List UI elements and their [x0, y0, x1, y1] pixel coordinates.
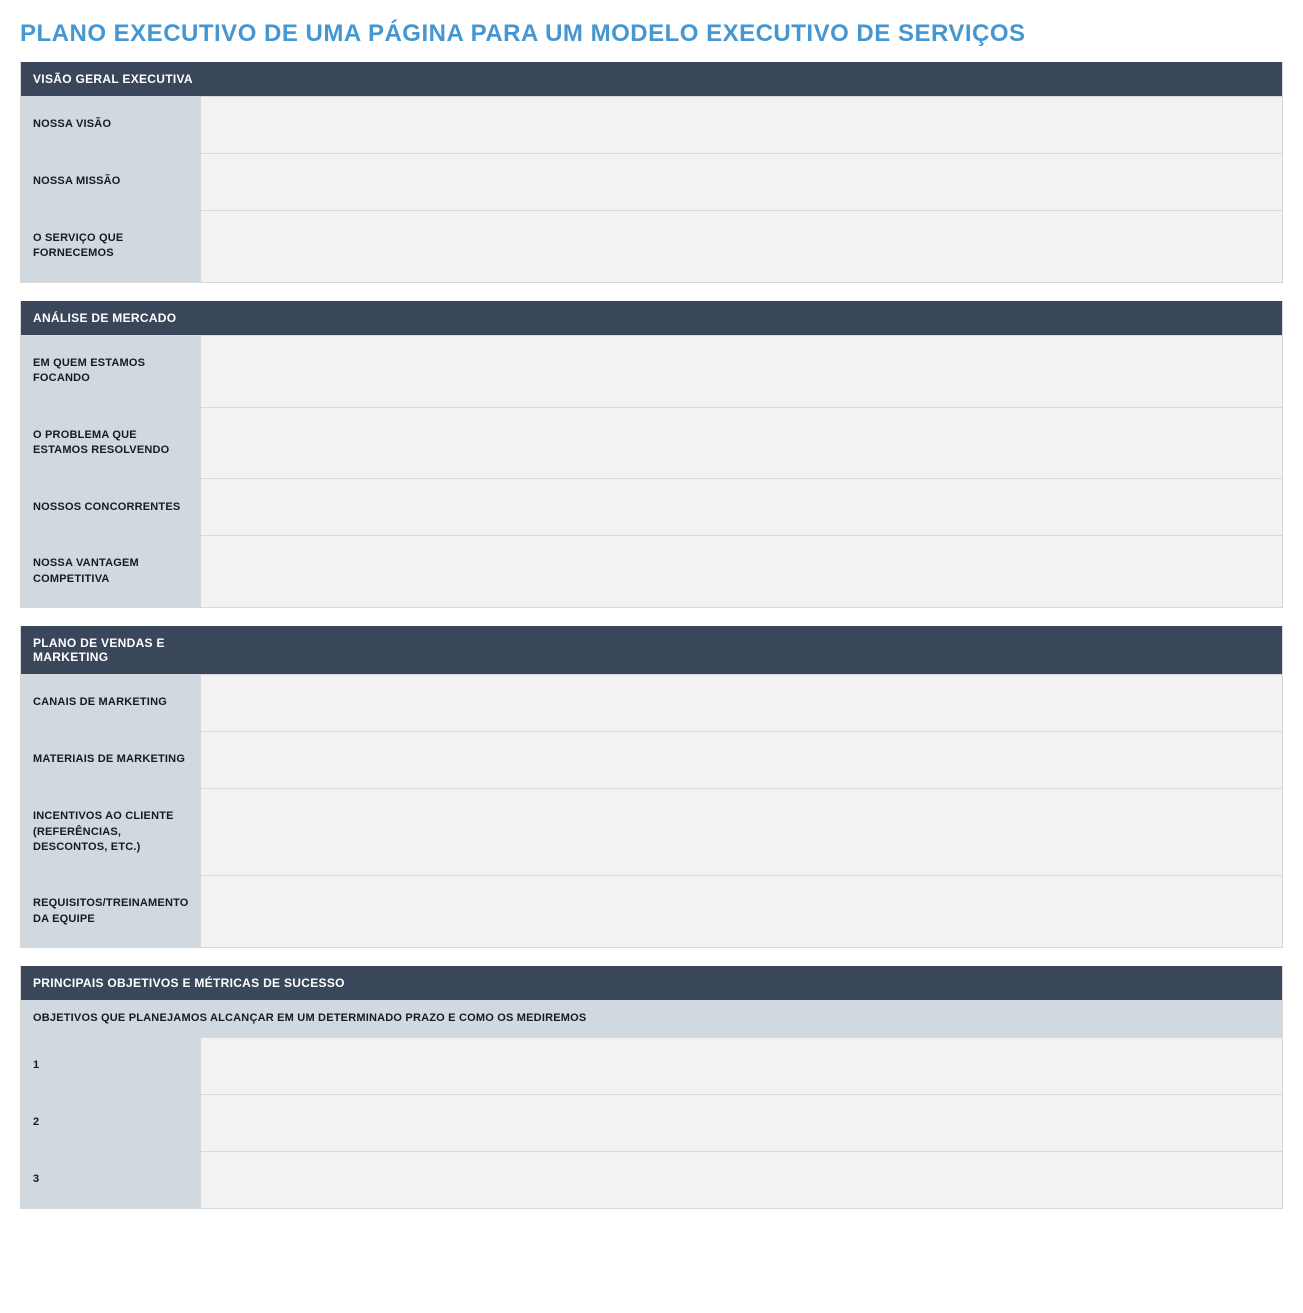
row-label: REQUISITOS/TREINAMENTO DA EQUIPE [21, 876, 201, 947]
table-row: NOSSA VISÃO [21, 96, 1282, 153]
row-label: NOSSOS CONCORRENTES [21, 479, 201, 535]
table-row: EM QUEM ESTAMOS FOCANDO [21, 335, 1282, 407]
row-value[interactable] [201, 97, 1282, 153]
table-row: MATERIAIS DE MARKETING [21, 731, 1282, 788]
row-label: 2 [21, 1095, 201, 1151]
table-row: O PROBLEMA QUE ESTAMOS RESOLVENDO [21, 407, 1282, 479]
table-row: O SERVIÇO QUE FORNECEMOS [21, 210, 1282, 282]
row-value[interactable] [201, 211, 1282, 282]
row-label: 3 [21, 1152, 201, 1208]
section-market-analysis: ANÁLISE DE MERCADO EM QUEM ESTAMOS FOCAN… [20, 301, 1283, 608]
row-label: NOSSA MISSÃO [21, 154, 201, 210]
row-value[interactable] [201, 1152, 1282, 1208]
row-label: MATERIAIS DE MARKETING [21, 732, 201, 788]
table-row: 3 [21, 1151, 1282, 1208]
row-label: INCENTIVOS AO CLIENTE (REFERÊNCIAS, DESC… [21, 789, 201, 875]
row-value[interactable] [201, 154, 1282, 210]
row-value[interactable] [201, 675, 1282, 731]
section-header: PLANO DE VENDAS E MARKETING [21, 626, 213, 674]
table-row: CANAIS DE MARKETING [21, 674, 1282, 731]
table-row: REQUISITOS/TREINAMENTO DA EQUIPE [21, 875, 1282, 947]
row-value[interactable] [201, 732, 1282, 788]
row-value[interactable] [201, 536, 1282, 607]
row-label: NOSSA VANTAGEM COMPETITIVA [21, 536, 201, 607]
row-label: EM QUEM ESTAMOS FOCANDO [21, 336, 201, 407]
row-label: 1 [21, 1038, 201, 1094]
section-header: ANÁLISE DE MERCADO [21, 301, 1282, 335]
section-executive-overview: VISÃO GERAL EXECUTIVA NOSSA VISÃO NOSSA … [20, 62, 1283, 283]
page-title: PLANO EXECUTIVO DE UMA PÁGINA PARA UM MO… [20, 20, 1283, 48]
row-value[interactable] [201, 876, 1282, 947]
row-label: O PROBLEMA QUE ESTAMOS RESOLVENDO [21, 408, 201, 479]
row-value[interactable] [201, 479, 1282, 535]
row-label: O SERVIÇO QUE FORNECEMOS [21, 211, 201, 282]
section-header: PRINCIPAIS OBJETIVOS E MÉTRICAS DE SUCES… [21, 966, 1282, 1000]
row-value[interactable] [201, 1038, 1282, 1094]
section-subheader: OBJETIVOS QUE PLANEJAMOS ALCANÇAR EM UM … [21, 1000, 1282, 1037]
table-row: NOSSA MISSÃO [21, 153, 1282, 210]
row-value[interactable] [201, 336, 1282, 407]
row-value[interactable] [201, 789, 1282, 875]
row-label: NOSSA VISÃO [21, 97, 201, 153]
section-objectives-metrics: PRINCIPAIS OBJETIVOS E MÉTRICAS DE SUCES… [20, 966, 1283, 1209]
section-header: VISÃO GERAL EXECUTIVA [21, 62, 1282, 96]
section-sales-marketing: PLANO DE VENDAS E MARKETING CANAIS DE MA… [20, 626, 1283, 948]
row-value[interactable] [201, 408, 1282, 479]
table-row: INCENTIVOS AO CLIENTE (REFERÊNCIAS, DESC… [21, 788, 1282, 875]
table-row: NOSSOS CONCORRENTES [21, 478, 1282, 535]
table-row: NOSSA VANTAGEM COMPETITIVA [21, 535, 1282, 607]
table-row: 2 [21, 1094, 1282, 1151]
row-value[interactable] [201, 1095, 1282, 1151]
table-row: 1 [21, 1037, 1282, 1094]
row-label: CANAIS DE MARKETING [21, 675, 201, 731]
